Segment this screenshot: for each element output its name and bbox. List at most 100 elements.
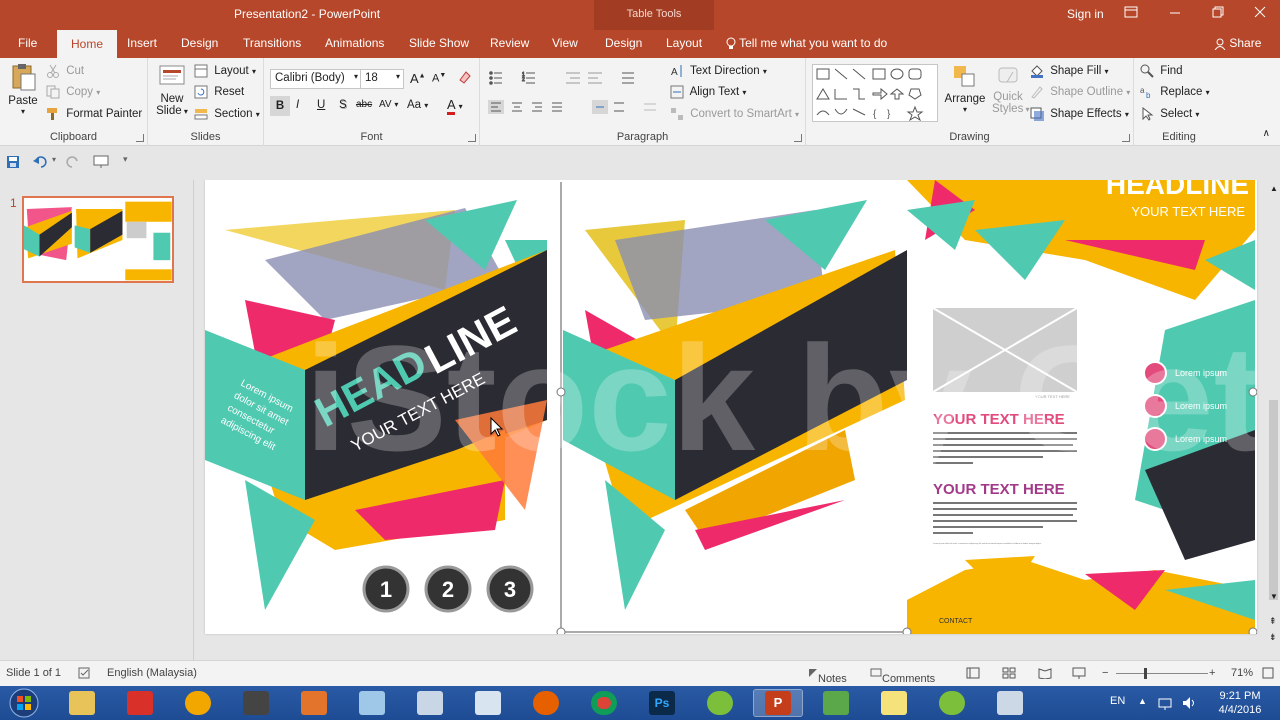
slide-canvas[interactable]: HEAD LINE YOUR TEXT HERE Lorem ipsumdolo… (205, 180, 1267, 637)
share-button[interactable]: Share (1214, 36, 1261, 50)
system-clock[interactable]: 9:21 PM 4/4/2016 (1210, 689, 1270, 717)
paragraph-launcher-icon[interactable] (794, 134, 802, 142)
tab-animations[interactable]: Animations (325, 36, 384, 50)
reading-view-icon[interactable] (1038, 667, 1052, 682)
change-case-button[interactable]: Aa ▾ (407, 99, 428, 111)
ribbon-display-options-icon[interactable] (1111, 0, 1151, 30)
undo-dropdown-icon[interactable]: ▾ (52, 155, 56, 164)
section-button[interactable]: Section ▾ (194, 107, 260, 121)
save-icon[interactable] (6, 155, 20, 169)
redo-icon[interactable] (66, 155, 80, 169)
align-text-button[interactable]: Align Text ▾ (670, 85, 746, 99)
taskbar-powerpoint[interactable]: P (753, 689, 803, 717)
scroll-up-icon[interactable]: ▲ (1270, 184, 1278, 193)
sign-in-link[interactable]: Sign in (1067, 7, 1104, 21)
input-language[interactable]: EN (1110, 695, 1125, 707)
tab-file[interactable]: File (18, 36, 37, 50)
strikethrough-button[interactable]: abc (356, 99, 372, 110)
volume-icon[interactable] (1182, 696, 1196, 710)
zoom-out-icon[interactable]: − (1102, 667, 1108, 679)
taskbar-photoshop[interactable]: Ps (637, 689, 687, 717)
slide-thumbnail[interactable] (22, 196, 174, 283)
text-direction-button[interactable]: A Text Direction ▾ (670, 64, 767, 78)
taskbar-app-glass[interactable] (347, 689, 397, 717)
normal-view-icon[interactable] (966, 667, 980, 682)
collapse-ribbon-icon[interactable]: ∧ (1263, 128, 1270, 139)
zoom-in-icon[interactable]: + (1209, 667, 1215, 679)
tab-table-design[interactable]: Design (605, 36, 642, 50)
taskbar-map-app[interactable] (811, 689, 861, 717)
alignment-buttons-icon[interactable] (488, 100, 658, 114)
tab-slide-show[interactable]: Slide Show (409, 36, 469, 50)
shape-effects-button[interactable]: Shape Effects ▾ (1030, 107, 1129, 121)
tab-table-layout[interactable]: Layout (666, 36, 702, 50)
arrange-button[interactable]: Arrange ▾ (940, 64, 990, 114)
paste-button[interactable]: Paste ▾ (6, 62, 40, 116)
next-slide-icon[interactable]: ⇟ (1269, 632, 1277, 643)
slide-sorter-icon[interactable] (1002, 667, 1016, 682)
taskbar-video-editor[interactable] (231, 689, 281, 717)
tab-insert[interactable]: Insert (127, 36, 157, 50)
scroll-thumb[interactable] (1269, 400, 1278, 600)
grow-font-button[interactable]: A▲ (410, 71, 426, 86)
undo-icon[interactable] (33, 155, 49, 169)
taskbar-app-orange[interactable] (289, 689, 339, 717)
taskbar-firefox[interactable] (521, 689, 571, 717)
shape-outline-button[interactable]: Shape Outline ▾ (1030, 85, 1130, 99)
comments-button[interactable]: Comments (870, 667, 935, 685)
taskbar-explorer[interactable] (57, 689, 107, 717)
tab-review[interactable]: Review (490, 36, 529, 50)
taskbar-leaf-app[interactable] (695, 689, 745, 717)
taskbar-app-triangle[interactable] (173, 689, 223, 717)
taskbar-chrome[interactable] (579, 689, 629, 717)
start-button[interactable] (0, 688, 48, 718)
character-spacing-button[interactable]: AV ▾ (379, 99, 398, 110)
font-size-combo[interactable]: 18 ▾ (360, 69, 404, 89)
layout-button[interactable]: Layout ▾ (194, 64, 256, 78)
font-name-combo[interactable]: Calibri (Body) ▾ (270, 69, 362, 89)
taskbar-mp3[interactable] (115, 689, 165, 717)
tell-me-box[interactable]: Tell me what you want to do (726, 36, 887, 50)
new-slide-button[interactable]: New Slide ▾ (154, 62, 190, 117)
vertical-scrollbar[interactable]: ▲ ▼ ⇞ ⇟ (1267, 180, 1280, 660)
spellcheck-icon[interactable] (78, 667, 92, 682)
copy-button[interactable]: Copy ▾ (46, 85, 100, 99)
clear-formatting-icon[interactable] (458, 70, 472, 87)
italic-button[interactable]: I (296, 99, 299, 111)
list-buttons-icon[interactable]: 12 (488, 70, 658, 86)
fit-slide-icon[interactable] (1262, 667, 1274, 682)
shape-fill-button[interactable]: Shape Fill ▾ (1030, 64, 1109, 78)
tab-design[interactable]: Design (181, 36, 218, 50)
taskbar-notes-app[interactable] (869, 689, 919, 717)
taskbar-snipping[interactable] (463, 689, 513, 717)
close-icon[interactable] (1240, 0, 1280, 30)
shrink-font-button[interactable]: A▼ (432, 72, 446, 85)
taskbar-green-app[interactable] (927, 689, 977, 717)
tab-transitions[interactable]: Transitions (243, 36, 301, 50)
zoom-slider[interactable] (1116, 673, 1208, 674)
notes-button[interactable]: Notes (808, 667, 847, 685)
zoom-level[interactable]: 71% (1231, 667, 1253, 679)
customize-qat-icon[interactable]: ▾ (123, 154, 128, 165)
convert-smartart-button[interactable]: Convert to SmartArt ▾ (670, 107, 799, 121)
zoom-slider-thumb[interactable] (1144, 668, 1147, 679)
bold-button[interactable]: B (270, 96, 290, 116)
taskbar-calculator[interactable] (405, 689, 455, 717)
font-color-button[interactable]: A ▾ (447, 97, 463, 115)
slideshow-view-icon[interactable] (1072, 667, 1086, 682)
start-presentation-icon[interactable] (93, 155, 109, 169)
font-launcher-icon[interactable] (468, 134, 476, 142)
previous-slide-icon[interactable]: ⇞ (1269, 616, 1277, 627)
minimize-icon[interactable] (1155, 0, 1195, 30)
shadow-button[interactable]: S (339, 99, 347, 111)
clipboard-launcher-icon[interactable] (136, 134, 144, 142)
reset-button[interactable]: Reset (194, 85, 244, 99)
drawing-launcher-icon[interactable] (1122, 134, 1130, 142)
network-icon[interactable] (1158, 696, 1172, 710)
replace-button[interactable]: ab Replace ▾ (1140, 85, 1210, 99)
cut-button[interactable]: Cut (46, 64, 84, 78)
restore-icon[interactable] (1198, 0, 1238, 30)
tray-expand-icon[interactable]: ▲ (1138, 696, 1147, 706)
tab-view[interactable]: View (552, 36, 578, 50)
format-painter-button[interactable]: Format Painter (46, 107, 142, 121)
